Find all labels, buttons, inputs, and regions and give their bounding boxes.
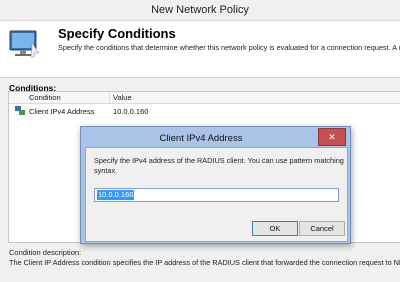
computer-monitor-icon xyxy=(9,30,40,58)
window-titlebar: New Network Policy xyxy=(0,0,400,21)
ip-address-value[interactable]: 10.0.0.160 xyxy=(97,190,135,200)
row-condition: Client IPv4 Address xyxy=(29,107,95,116)
row-value: 10.0.0.160 xyxy=(113,107,149,116)
column-divider[interactable] xyxy=(109,92,110,103)
dialog-prompt: Specify the IPv4 address of the RADIUS c… xyxy=(94,156,344,175)
condition-description-text: The Client IP Address condition specifie… xyxy=(9,258,400,267)
column-header-value[interactable]: Value xyxy=(113,93,132,102)
ok-button[interactable]: OK xyxy=(252,221,298,236)
dialog-title: Client IPv4 Address xyxy=(159,133,243,144)
ip-address-input[interactable]: 10.0.0.160 xyxy=(94,188,339,202)
table-row[interactable]: Client IPv4 Address 10.0.0.160 xyxy=(9,104,400,117)
page-description: Specify the conditions that determine wh… xyxy=(58,43,400,52)
condition-description-label: Condition description: xyxy=(9,248,82,257)
window-title: New Network Policy xyxy=(151,4,249,16)
network-condition-icon xyxy=(15,106,25,115)
table-header: Condition Value xyxy=(9,92,400,104)
wizard-header: Specify Conditions Specify the condition… xyxy=(0,21,400,76)
dialog-client-area: Specify the IPv4 address of the RADIUS c… xyxy=(85,147,348,242)
column-header-condition[interactable]: Condition xyxy=(29,93,61,102)
page-title: Specify Conditions xyxy=(58,26,176,41)
close-icon[interactable]: ✕ xyxy=(318,128,346,146)
client-ipv4-dialog: Client IPv4 Address ✕ Specify the IPv4 a… xyxy=(80,126,351,244)
cancel-button[interactable]: Cancel xyxy=(299,221,345,236)
